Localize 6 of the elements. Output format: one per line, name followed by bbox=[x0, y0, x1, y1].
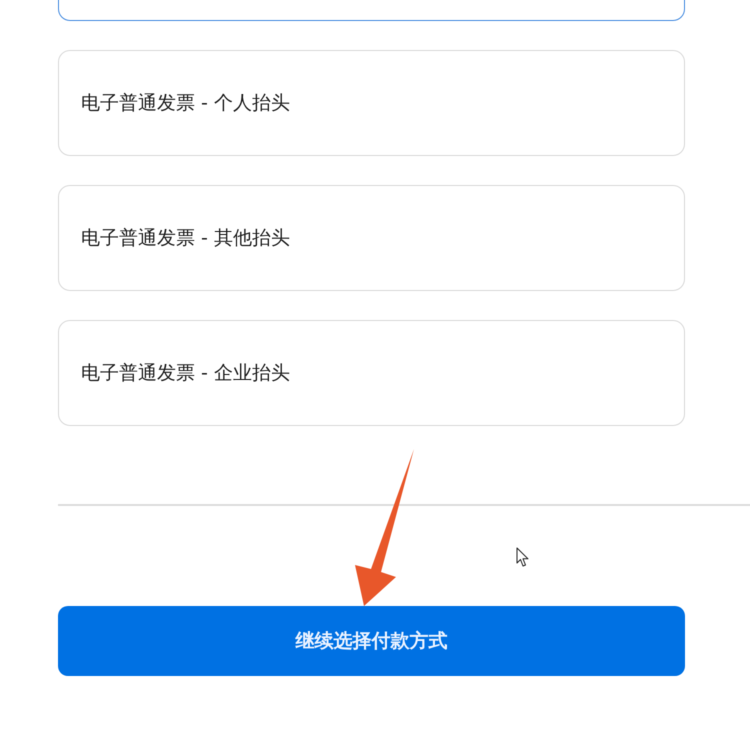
mouse-pointer-icon bbox=[516, 547, 529, 568]
invoice-option[interactable]: 电子普通发票 - 企业抬头 bbox=[58, 320, 685, 426]
invoice-option[interactable] bbox=[58, 0, 685, 21]
invoice-option[interactable]: 电子普通发票 - 其他抬头 bbox=[58, 185, 685, 291]
invoice-option[interactable]: 电子普通发票 - 个人抬头 bbox=[58, 50, 685, 156]
continue-button[interactable]: 继续选择付款方式 bbox=[58, 606, 685, 676]
